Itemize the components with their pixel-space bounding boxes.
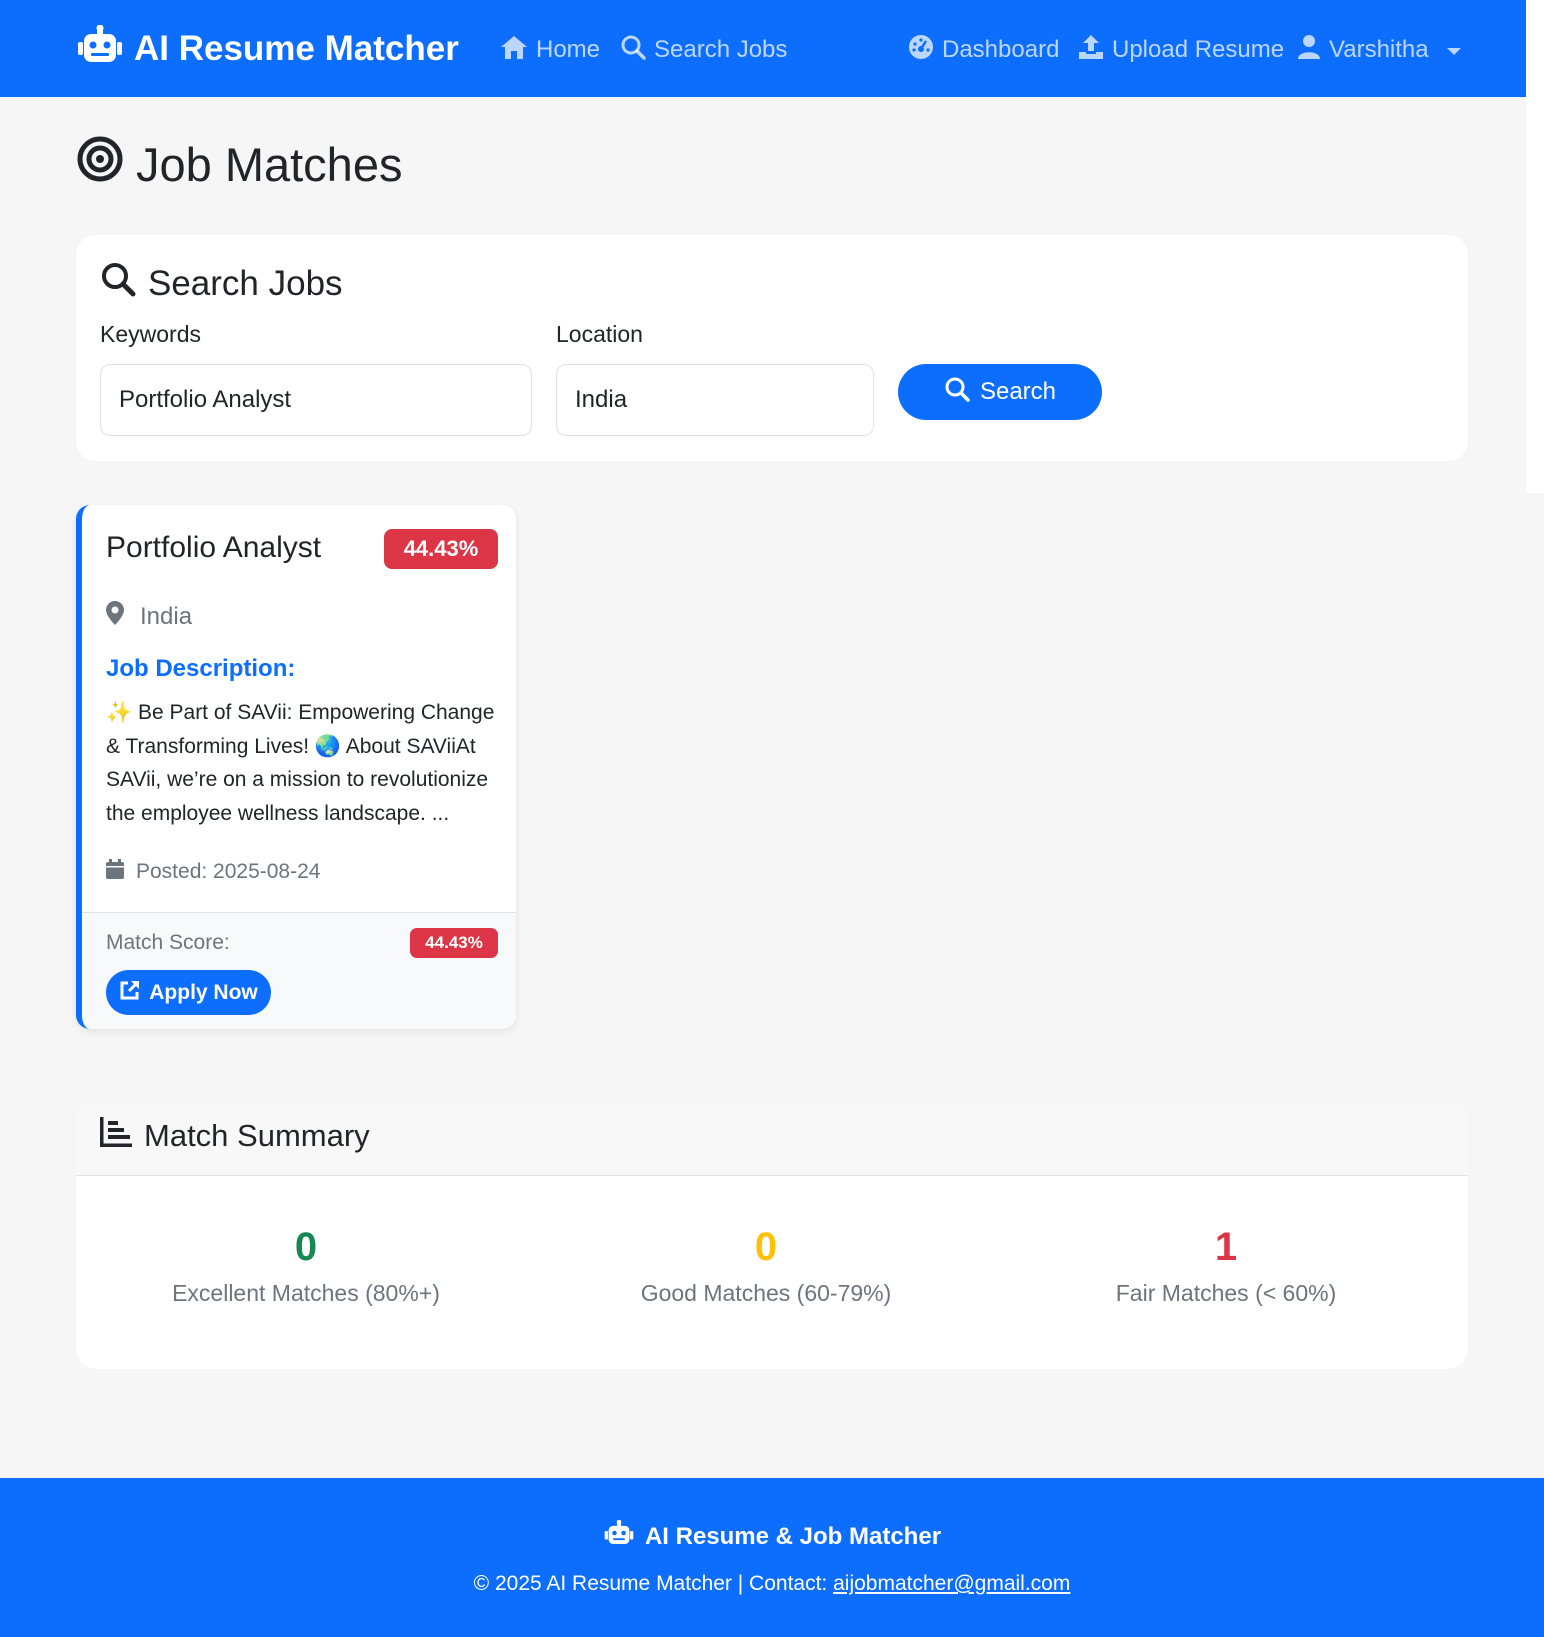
fair-count: 1 — [1214, 1225, 1238, 1269]
home-icon — [500, 34, 528, 67]
match-score-badge: 44.43% — [384, 529, 498, 569]
calendar-icon — [106, 859, 124, 885]
nav-upload-resume[interactable]: Upload Resume — [1078, 32, 1284, 68]
bullseye-icon — [76, 135, 124, 194]
footer-copyright: © 2025 AI Resume Matcher | Contact: aijo… — [0, 1572, 1544, 1596]
match-summary-title: Match Summary — [100, 1117, 370, 1155]
good-label: Good Matches (60-79%) — [640, 1280, 892, 1306]
apply-now-button[interactable]: Apply Now — [106, 970, 271, 1015]
search-button[interactable]: Search — [898, 364, 1102, 420]
top-navbar: AI Resume Matcher Home Search Jobs Dashb… — [0, 0, 1544, 97]
location-input[interactable]: India — [556, 364, 874, 436]
search-card-title: Search Jobs — [100, 261, 343, 306]
brand-label: AI Resume Matcher — [134, 29, 459, 68]
nav-search-jobs[interactable]: Search Jobs — [620, 32, 787, 68]
nav-home-label: Home — [536, 36, 601, 63]
nav-search-jobs-label: Search Jobs — [654, 36, 788, 63]
footer-brand: AI Resume & Job Matcher — [0, 1519, 1544, 1553]
external-link-icon — [119, 979, 141, 1007]
summary-excellent: 0 Excellent Matches (80%+) — [76, 1224, 536, 1307]
summary-fair: 1 Fair Matches (< 60%) — [996, 1224, 1456, 1307]
robot-icon — [76, 24, 124, 74]
user-name-label: Varshitha — [1329, 36, 1429, 63]
match-score-label: Match Score: — [106, 931, 230, 954]
user-icon — [1297, 34, 1321, 67]
excellent-count: 0 — [294, 1225, 318, 1269]
job-description: ✨ Be Part of SAVii: Empowering Change & … — [106, 701, 495, 825]
good-count: 0 — [754, 1225, 778, 1269]
match-summary-header: Match Summary — [76, 1102, 1468, 1176]
job-location-text: India — [140, 602, 193, 630]
fair-label: Fair Matches (< 60%) — [1115, 1280, 1337, 1306]
page-title: Job Matches — [76, 136, 402, 192]
user-menu-dropdown[interactable]: Varshitha — [1297, 32, 1461, 68]
page-title-text: Job Matches — [136, 137, 403, 191]
job-location: India — [106, 601, 192, 632]
nav-upload-resume-label: Upload Resume — [1112, 36, 1285, 63]
match-summary-title-text: Match Summary — [144, 1118, 370, 1153]
search-button-label: Search — [979, 378, 1057, 405]
footer-email-link[interactable]: aijobmatcher@gmail.com — [833, 1572, 1070, 1595]
nav-home[interactable]: Home — [500, 32, 600, 68]
page-footer: AI Resume & Job Matcher © 2025 AI Resume… — [0, 1478, 1544, 1637]
scrollbar-track[interactable] — [1526, 0, 1544, 493]
footer-copyright-text: © 2025 AI Resume Matcher | Contact: — [473, 1572, 828, 1595]
job-card-footer: Match Score: 44.43% Apply Now — [82, 912, 516, 1029]
search-icon — [620, 34, 646, 67]
job-posted-text: Posted: 2025-08-24 — [136, 860, 321, 883]
match-score-small-badge: 44.43% — [410, 928, 498, 958]
nav-dashboard[interactable]: Dashboard — [908, 32, 1059, 68]
apply-now-label: Apply Now — [149, 980, 258, 1004]
search-card-title-text: Search Jobs — [148, 263, 343, 303]
job-description-label: Job Description: — [106, 655, 296, 682]
bar-chart-icon — [100, 1117, 132, 1155]
robot-icon — [603, 1519, 635, 1553]
upload-icon — [1078, 34, 1104, 67]
summary-good: 0 Good Matches (60-79%) — [536, 1224, 996, 1307]
location-label: Location — [556, 321, 643, 347]
keywords-input[interactable]: Portfolio Analyst — [100, 364, 532, 436]
excellent-label: Excellent Matches (80%+) — [172, 1280, 440, 1306]
match-summary-card: Match Summary 0 Excellent Matches (80%+)… — [76, 1102, 1468, 1369]
search-icon — [100, 261, 136, 306]
search-jobs-card: Search Jobs Keywords Portfolio Analyst L… — [76, 235, 1468, 461]
search-icon — [944, 376, 970, 409]
chevron-down-icon — [1446, 47, 1461, 55]
job-title: Portfolio Analyst — [106, 531, 322, 564]
brand-link[interactable]: AI Resume Matcher — [76, 24, 459, 70]
footer-brand-text: AI Resume & Job Matcher — [644, 1522, 942, 1550]
job-posted-date: Posted: 2025-08-24 — [106, 859, 320, 885]
keywords-input-value: Portfolio Analyst — [119, 386, 292, 413]
keywords-label: Keywords — [100, 321, 201, 347]
job-card[interactable]: Portfolio Analyst 44.43% India Job Descr… — [76, 505, 516, 1029]
nav-dashboard-label: Dashboard — [942, 36, 1060, 63]
dashboard-gauge-icon — [908, 34, 934, 67]
map-marker-icon — [106, 601, 124, 632]
location-input-value: India — [575, 386, 628, 413]
